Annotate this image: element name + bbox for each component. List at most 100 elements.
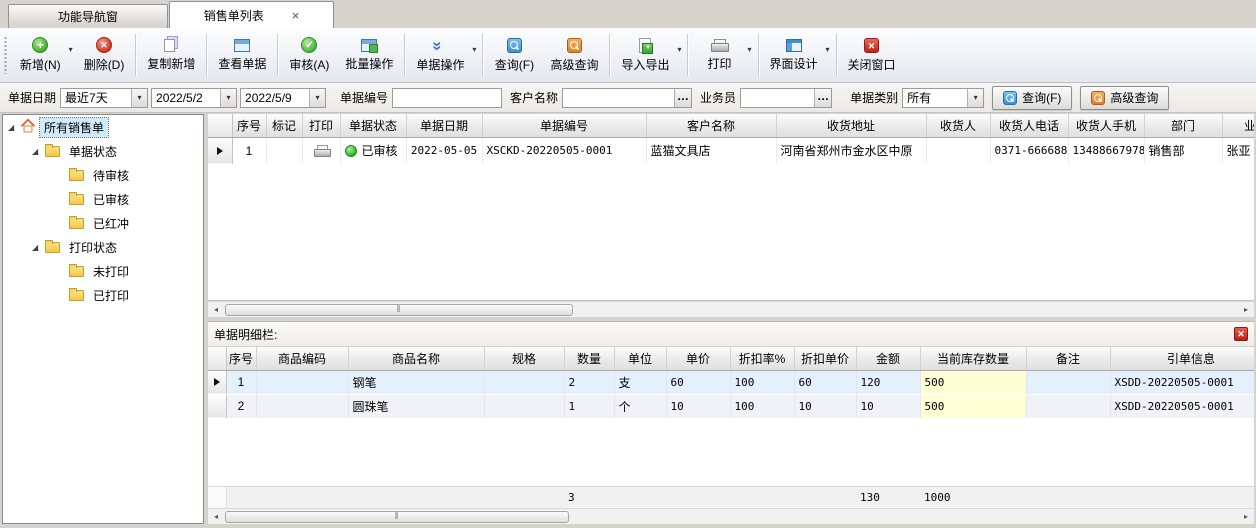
tree-item-printed[interactable]: 已打印	[3, 283, 203, 307]
chevron-down-icon[interactable]	[309, 89, 325, 107]
col-header[interactable]: 商品编码	[256, 347, 348, 370]
main-grid-hscrollbar[interactable]: ◂ ▸	[208, 301, 1254, 317]
ellipsis-icon[interactable]	[814, 89, 831, 107]
table-row[interactable]: 2 圆珠笔 1 个 10 100 10 10 500 XSDD-20220505…	[208, 394, 1254, 418]
ellipsis-icon[interactable]	[674, 89, 691, 107]
date-from-select[interactable]: 2022/5/2	[151, 88, 237, 108]
filter-adv-query-button[interactable]: 高级查询	[1080, 86, 1169, 110]
import-export-dropdown-icon[interactable]	[677, 45, 681, 54]
customer-input[interactable]	[563, 90, 674, 106]
print-cell[interactable]	[302, 137, 340, 164]
detail-panel-close-icon[interactable]	[1234, 327, 1248, 341]
col-header[interactable]: 商品名称	[348, 347, 484, 370]
col-header[interactable]: 引单信息	[1110, 347, 1254, 370]
delete-icon	[96, 37, 112, 53]
col-header[interactable]: 单据编号	[482, 114, 646, 137]
add-button[interactable]: 新增(N)	[12, 31, 69, 79]
scroll-left-icon[interactable]: ◂	[208, 512, 224, 521]
ui-design-button[interactable]: 界面设计	[762, 31, 826, 79]
tree-item-not-printed[interactable]: 未打印	[3, 259, 203, 283]
tab-close-icon[interactable]	[292, 9, 300, 22]
col-header[interactable]: 备注	[1026, 347, 1110, 370]
col-header[interactable]: 业务员	[1222, 114, 1254, 137]
batch-ops-button[interactable]: 批量操作	[337, 31, 401, 79]
print-button[interactable]: 打印	[691, 31, 747, 79]
tree-expand-icon[interactable]	[32, 147, 44, 156]
adv-query-button[interactable]: 高级查询	[542, 31, 606, 79]
tree-expand-icon[interactable]	[32, 243, 44, 252]
add-dropdown-icon[interactable]	[69, 45, 73, 54]
salesman-input[interactable]	[741, 90, 814, 106]
tree-item-print-status[interactable]: 打印状态	[3, 235, 203, 259]
col-header[interactable]: 收货人电话	[990, 114, 1068, 137]
tab-label: 销售单列表	[204, 7, 264, 24]
col-header[interactable]: 单据状态	[340, 114, 406, 137]
col-header[interactable]: 单位	[614, 347, 666, 370]
tree-item-pending-audit[interactable]: 待审核	[3, 163, 203, 187]
tab-bar: 功能导航窗 销售单列表	[0, 0, 1256, 28]
tab-nav-window[interactable]: 功能导航窗	[8, 4, 168, 28]
audit-button[interactable]: 审核(A)	[281, 31, 337, 79]
col-header[interactable]: 当前库存数量	[920, 347, 1026, 370]
detail-grid-hscrollbar[interactable]: ◂ ▸	[208, 508, 1254, 524]
scroll-right-icon[interactable]: ▸	[1238, 512, 1254, 521]
salesman-field-wrap	[740, 88, 832, 108]
col-header[interactable]: 部门	[1144, 114, 1222, 137]
col-header[interactable]: 收货地址	[776, 114, 926, 137]
col-header[interactable]: 规格	[484, 347, 564, 370]
col-header[interactable]: 标记	[266, 114, 302, 137]
filter-query-button[interactable]: 查询(F)	[992, 86, 1072, 110]
scroll-left-icon[interactable]: ◂	[208, 305, 224, 314]
print-dropdown-icon[interactable]	[747, 45, 751, 54]
date-to-select[interactable]: 2022/5/9	[240, 88, 326, 108]
doc-ops-button[interactable]: 单据操作	[408, 31, 472, 79]
col-header[interactable]: 序号	[232, 114, 266, 137]
col-header[interactable]: 收货人	[926, 114, 990, 137]
detail-summary-row: 3 130 1000	[208, 486, 1254, 508]
col-header[interactable]: 序号	[226, 347, 256, 370]
scrollbar-thumb[interactable]	[225, 511, 569, 523]
search-icon	[1003, 91, 1017, 105]
view-doc-button[interactable]: 查看单据	[210, 31, 274, 79]
chevron-down-icon[interactable]	[967, 89, 983, 107]
copy-new-button[interactable]: 复制新增	[139, 31, 203, 79]
col-header[interactable]: 单价	[666, 347, 730, 370]
tree-item-audited[interactable]: 已审核	[3, 187, 203, 211]
summary-amount: 130	[856, 487, 920, 508]
printer-icon	[314, 145, 329, 157]
tree-expand-icon[interactable]	[8, 123, 20, 132]
chevron-down-icon[interactable]	[131, 89, 147, 107]
table-row[interactable]: 1 已审核 2022-05-05 XSCKD-20220505-0001 蓝猫文…	[208, 137, 1254, 164]
date-range-select[interactable]: 最近7天	[60, 88, 148, 108]
query-button[interactable]: 查询(F)	[486, 31, 542, 79]
tree-item-doc-status[interactable]: 单据状态	[3, 139, 203, 163]
tree-item-all-sales-orders[interactable]: 所有销售单	[3, 115, 203, 139]
folder-icon	[69, 170, 84, 181]
status-cell: 已审核	[340, 137, 406, 164]
content-area: 所有销售单 单据状态 待审核 已审核 已红冲 打印状态	[0, 113, 1256, 524]
col-header[interactable]: 单据日期	[406, 114, 482, 137]
doc-ops-dropdown-icon[interactable]	[472, 45, 476, 54]
col-header[interactable]: 折扣单价	[794, 347, 856, 370]
col-header[interactable]: 收货人手机	[1068, 114, 1144, 137]
delete-button[interactable]: 删除(D)	[76, 31, 133, 79]
tree-item-reversed[interactable]: 已红冲	[3, 211, 203, 235]
doctype-select[interactable]: 所有	[902, 88, 984, 108]
tab-sales-order-list[interactable]: 销售单列表	[169, 1, 334, 28]
import-export-button[interactable]: 导入导出	[613, 31, 677, 79]
scroll-right-icon[interactable]: ▸	[1238, 305, 1254, 314]
import-export-icon	[639, 38, 651, 53]
col-header[interactable]: 折扣率%	[730, 347, 794, 370]
close-window-button[interactable]: 关闭窗口	[840, 31, 904, 79]
col-header[interactable]: 数量	[564, 347, 614, 370]
scrollbar-thumb[interactable]	[225, 304, 573, 316]
chevron-down-icon[interactable]	[220, 89, 236, 107]
ui-design-dropdown-icon[interactable]	[826, 45, 830, 54]
col-header[interactable]: 客户名称	[646, 114, 776, 137]
col-header[interactable]: 打印	[302, 114, 340, 137]
docno-input[interactable]	[393, 90, 501, 106]
col-header[interactable]: 金额	[856, 347, 920, 370]
table-row[interactable]: 1 钢笔 2 支 60 100 60 120 500 XSDD-20220505…	[208, 370, 1254, 394]
detail-panel-title: 单据明细栏:	[214, 326, 1234, 343]
row-indicator	[208, 370, 226, 394]
